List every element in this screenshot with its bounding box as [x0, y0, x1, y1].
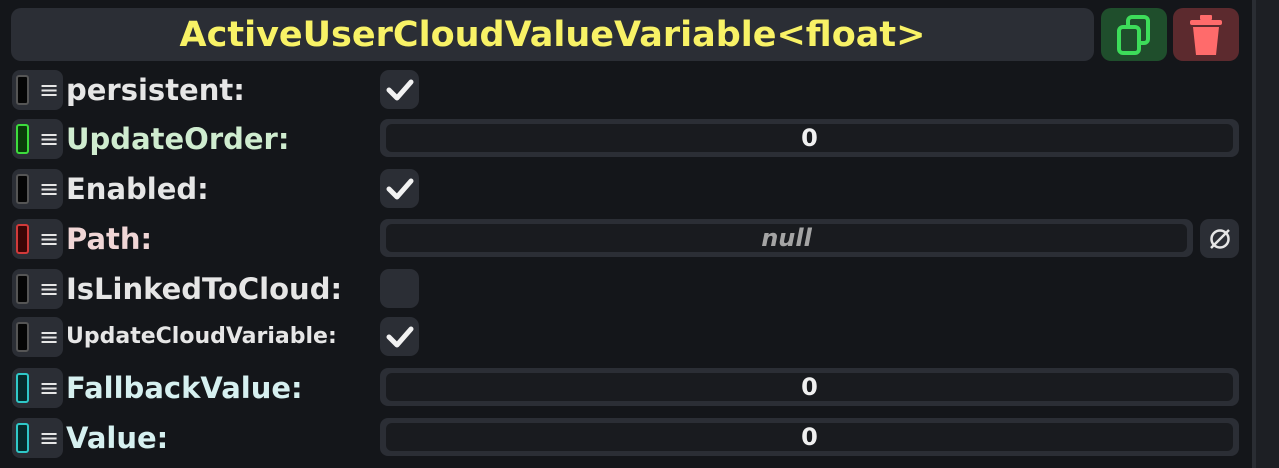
set-null-button[interactable]	[1200, 219, 1239, 258]
drag-handle-icon[interactable]: ≡	[38, 126, 60, 152]
field-label: UpdateCloudVariable:	[66, 324, 337, 349]
fallbackvalue-input[interactable]: 0	[380, 368, 1239, 406]
field-handle[interactable]: ≡	[12, 418, 63, 458]
persistent-checkbox[interactable]	[380, 70, 419, 109]
islinkedtocloud-checkbox[interactable]	[380, 269, 419, 308]
component-header: ActiveUserCloudValueVariable<float>	[11, 8, 1094, 61]
type-swatch	[16, 322, 29, 352]
drag-handle-icon[interactable]: ≡	[38, 324, 60, 350]
checkmark-icon	[386, 79, 413, 100]
drag-handle-icon[interactable]: ≡	[38, 77, 60, 103]
field-value[interactable]: 0	[386, 124, 1233, 152]
field-handle[interactable]: ≡	[12, 368, 63, 408]
field-row-updateorder: ≡ UpdateOrder: 0	[0, 117, 1279, 161]
updatecloudvariable-checkbox[interactable]	[380, 317, 419, 356]
field-row-persistent: ≡ persistent:	[0, 68, 1279, 112]
field-handle[interactable]: ≡	[12, 219, 63, 259]
field-label: Enabled:	[66, 172, 209, 206]
trash-icon	[1190, 14, 1222, 55]
field-label: UpdateOrder:	[66, 122, 290, 156]
field-handle[interactable]: ≡	[12, 119, 63, 159]
drag-handle-icon[interactable]: ≡	[38, 176, 60, 202]
duplicate-button[interactable]	[1101, 8, 1167, 61]
field-value[interactable]: null	[386, 224, 1187, 252]
drag-handle-icon[interactable]: ≡	[38, 276, 60, 302]
type-swatch	[16, 274, 29, 304]
drag-handle-icon[interactable]: ≡	[38, 226, 60, 252]
type-swatch	[16, 224, 29, 254]
type-swatch	[16, 75, 29, 105]
checkmark-icon	[386, 326, 413, 347]
field-handle[interactable]: ≡	[12, 70, 63, 110]
type-swatch	[16, 423, 29, 453]
null-icon	[1209, 228, 1230, 249]
field-row-fallbackvalue: ≡ FallbackValue: 0	[0, 366, 1279, 410]
type-swatch	[16, 174, 29, 204]
type-swatch	[16, 124, 29, 154]
field-row-path: ≡ Path: null	[0, 217, 1279, 261]
field-value[interactable]: 0	[386, 373, 1233, 401]
field-label: FallbackValue:	[66, 371, 303, 405]
field-row-value: ≡ Value: 0	[0, 416, 1279, 460]
value-input[interactable]: 0	[380, 418, 1239, 456]
field-label: persistent:	[66, 73, 245, 107]
field-handle[interactable]: ≡	[12, 169, 63, 209]
enabled-checkbox[interactable]	[380, 169, 419, 208]
field-row-updatecloudvariable: ≡ UpdateCloudVariable:	[0, 315, 1279, 359]
field-label: Value:	[66, 421, 169, 455]
field-row-islinkedtocloud: ≡ IsLinkedToCloud:	[0, 267, 1279, 311]
delete-button[interactable]	[1173, 8, 1239, 61]
field-value[interactable]: 0	[386, 423, 1233, 451]
field-label: IsLinkedToCloud:	[66, 272, 343, 306]
component-title: ActiveUserCloudValueVariable<float>	[179, 14, 926, 55]
field-row-enabled: ≡ Enabled:	[0, 167, 1279, 211]
drag-handle-icon[interactable]: ≡	[38, 425, 60, 451]
field-handle[interactable]: ≡	[12, 269, 63, 309]
checkmark-icon	[386, 178, 413, 199]
path-reference-field[interactable]: null	[380, 219, 1193, 257]
drag-handle-icon[interactable]: ≡	[38, 375, 60, 401]
field-handle[interactable]: ≡	[12, 317, 63, 357]
type-swatch	[16, 373, 29, 403]
duplicate-icon	[1117, 14, 1150, 55]
updateorder-input[interactable]: 0	[380, 119, 1239, 157]
field-label: Path:	[66, 222, 153, 256]
